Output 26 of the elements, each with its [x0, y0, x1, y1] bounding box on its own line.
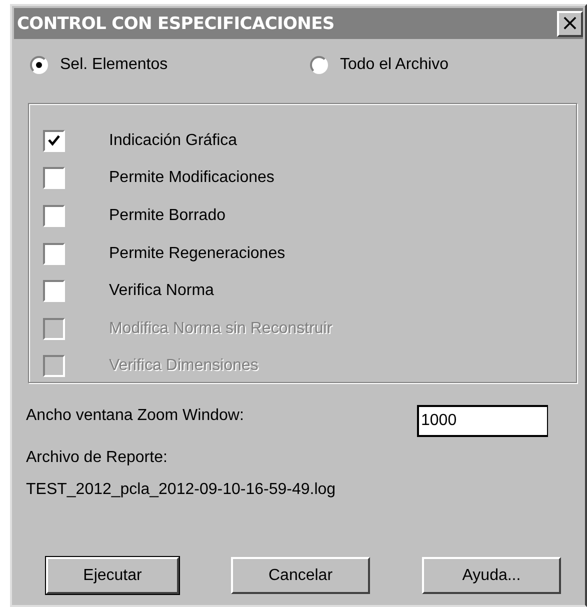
checkbox-label: Indicación Gráfica — [109, 132, 238, 150]
checkbox[interactable] — [43, 280, 65, 302]
checkbox-label: Permite Regeneraciones — [109, 244, 286, 263]
dialog-button[interactable]: Cancelar — [231, 557, 370, 594]
checkbox-label: Verifica Dimensiones — [109, 357, 258, 376]
checkbox[interactable] — [43, 204, 65, 227]
checkbox[interactable] — [43, 167, 65, 190]
radio-label: Sel. Elementos — [60, 56, 168, 74]
window-title: CONTROL CON ESPECIFICACIONES — [17, 14, 334, 34]
report-filename: TEST_2012_pcla_2012-09-10-16-59-49.log — [26, 481, 336, 499]
zoom-width-label: Ancho ventana Zoom Window: — [26, 407, 244, 425]
radio-button[interactable] — [310, 56, 328, 74]
close-button[interactable]: × — [557, 10, 583, 36]
report-label: Archivo de Reporte: — [26, 449, 168, 467]
dialog-button[interactable]: Ayuda... — [422, 557, 561, 594]
dialog-button[interactable]: Ejecutar — [46, 557, 179, 594]
checkbox-label: Modifica Norma sin Reconstruir — [109, 320, 332, 338]
radio-label: Todo el Archivo — [340, 56, 449, 74]
zoom-width-field[interactable]: 1000 — [417, 405, 548, 437]
checkbox-label: Verifica Norma — [109, 282, 214, 300]
checkbox[interactable] — [43, 242, 65, 265]
checkbox[interactable] — [43, 130, 65, 152]
checkbox-label: Permite Borrado — [109, 206, 226, 225]
radio-button[interactable] — [30, 56, 48, 74]
checkbox-label: Permite Modificaciones — [109, 169, 274, 188]
check-icon — [48, 135, 60, 146]
